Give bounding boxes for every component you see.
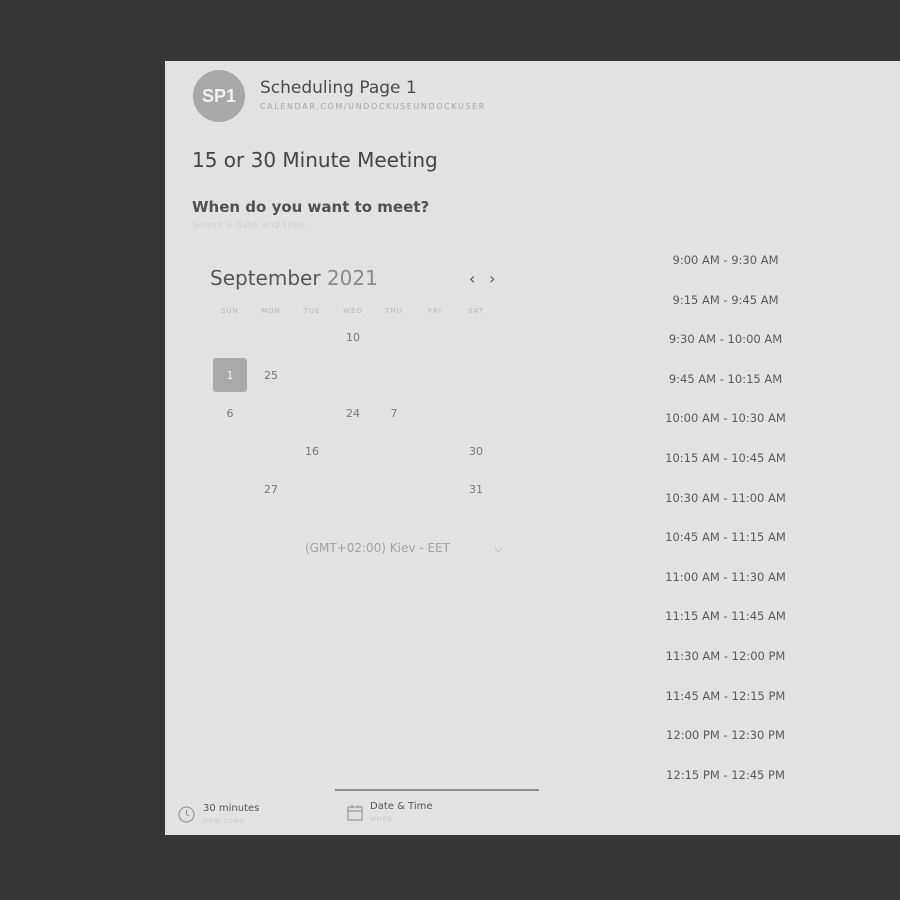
- year-name: 2021: [326, 266, 378, 290]
- time-slot[interactable]: 12:15 PM - 12:45 PM: [660, 768, 791, 782]
- time-slot[interactable]: 9:30 AM - 10:00 AM: [660, 332, 791, 346]
- time-slot[interactable]: 10:00 AM - 10:30 AM: [660, 411, 791, 425]
- timezone-select[interactable]: (GMT+02:00) Kiev - EET: [305, 541, 450, 555]
- month-name: September: [210, 266, 321, 290]
- active-step-indicator: [335, 789, 539, 791]
- time-slot[interactable]: 10:15 AM - 10:45 AM: [660, 451, 791, 465]
- time-slot[interactable]: 11:00 AM - 11:30 AM: [660, 570, 791, 584]
- duration-label[interactable]: 30 minutes: [203, 803, 259, 814]
- calendar-day[interactable]: 27: [254, 472, 288, 506]
- calendar-day[interactable]: 6: [213, 396, 247, 430]
- datetime-sublabel: WHEN: [370, 816, 393, 823]
- time-slot[interactable]: 11:15 AM - 11:45 AM: [660, 609, 791, 623]
- calendar-day-selected[interactable]: 1: [213, 358, 247, 392]
- meeting-title: 15 or 30 Minute Meeting: [192, 148, 438, 172]
- weekday-sun: SUN: [221, 307, 239, 315]
- time-slot[interactable]: 9:15 AM - 9:45 AM: [660, 293, 791, 307]
- time-slot[interactable]: 9:45 AM - 10:15 AM: [660, 372, 791, 386]
- month-year-label: September 2021: [210, 266, 378, 290]
- weekday-mon: MON: [261, 307, 281, 315]
- calendar-day[interactable]: 7: [377, 396, 411, 430]
- time-slot[interactable]: 9:00 AM - 9:30 AM: [660, 253, 791, 267]
- time-slot[interactable]: 11:30 AM - 12:00 PM: [660, 649, 791, 663]
- date-question-hint: Select a date and time: [192, 220, 306, 231]
- time-slot[interactable]: 11:45 AM - 12:15 PM: [660, 689, 791, 703]
- next-month-button[interactable]: ›: [489, 269, 495, 288]
- page-name: Scheduling Page 1: [260, 78, 417, 98]
- calendar-day[interactable]: 10: [336, 320, 370, 354]
- duration-sublabel: HOW LONG: [203, 818, 246, 825]
- scheduling-panel: SP1 Scheduling Page 1 CALENDAR.COM/UNDOC…: [165, 61, 900, 835]
- calendar-day[interactable]: 30: [459, 434, 493, 468]
- calendar-day[interactable]: 24: [336, 396, 370, 430]
- calendar-day[interactable]: 16: [295, 434, 329, 468]
- weekday-thu: THU: [385, 307, 403, 315]
- clock-icon: [178, 806, 195, 823]
- calendar-day[interactable]: 25: [254, 358, 288, 392]
- time-slot[interactable]: 12:00 PM - 12:30 PM: [660, 728, 791, 742]
- prev-month-button[interactable]: ‹: [469, 269, 475, 288]
- time-slot[interactable]: 10:45 AM - 11:15 AM: [660, 530, 791, 544]
- calendar-icon: [347, 805, 363, 821]
- weekday-fri: FRI: [428, 307, 442, 315]
- datetime-label[interactable]: Date & Time: [370, 801, 433, 812]
- calendar-day[interactable]: 31: [459, 472, 493, 506]
- weekday-wed: WED: [343, 307, 363, 315]
- date-question-heading: When do you want to meet?: [192, 198, 430, 216]
- weekday-sat: SAT: [467, 307, 485, 315]
- avatar: SP1: [193, 70, 245, 122]
- page-url[interactable]: CALENDAR.COM/UNDOCKUSEUNDOCKUSER: [260, 102, 486, 111]
- chevron-down-icon[interactable]: ⌵: [494, 542, 502, 556]
- time-slot[interactable]: 10:30 AM - 11:00 AM: [660, 491, 791, 505]
- weekday-tue: TUE: [303, 307, 321, 315]
